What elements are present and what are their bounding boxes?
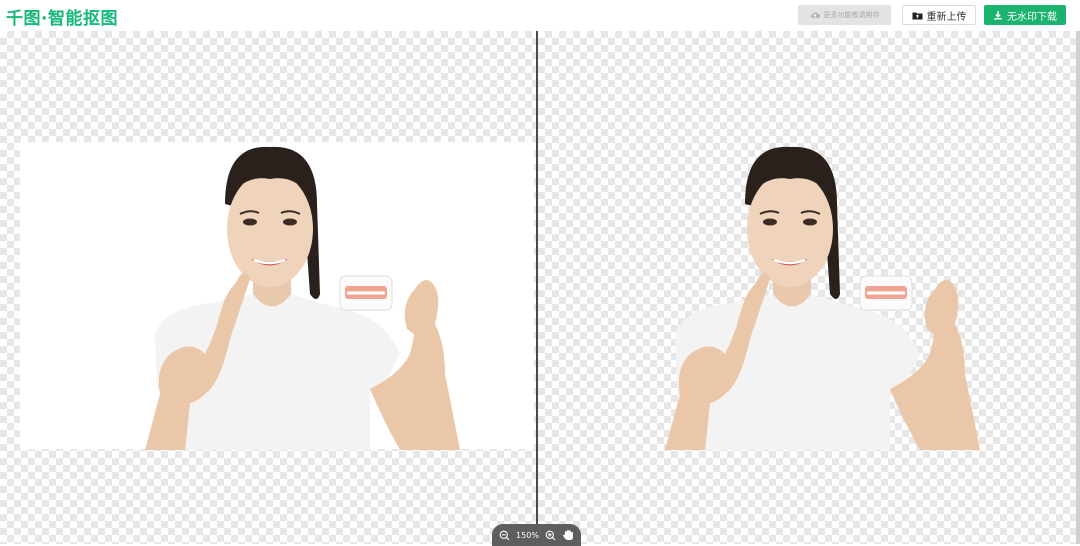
zoom-control: 150% [492, 524, 581, 546]
download-label: 无水印下载 [1007, 11, 1057, 23]
more-features-button[interactable]: 更多功能敬请期待 [798, 5, 891, 25]
more-features-label: 更多功能敬请期待 [823, 11, 880, 19]
original-photo-subject [145, 146, 460, 450]
folder-upload-icon [912, 11, 923, 20]
reupload-label: 重新上传 [926, 11, 967, 23]
cutout-result-pane[interactable] [538, 31, 1076, 544]
top-bar: 千图·智能抠图 更多功能敬请期待 重新上传 无水印下载 [0, 0, 1080, 31]
zoom-in-icon[interactable] [545, 530, 556, 541]
vertical-scrollbar[interactable] [1076, 31, 1080, 544]
download-icon [993, 10, 1003, 20]
zoom-level: 150% [516, 530, 539, 540]
upload-cloud-icon [810, 11, 820, 20]
cutout-subject [665, 146, 980, 450]
reupload-button[interactable]: 重新上传 [902, 5, 976, 25]
app-logo[interactable]: 千图·智能抠图 [6, 4, 118, 29]
zoom-out-icon[interactable] [499, 530, 510, 541]
hand-pan-icon[interactable] [562, 529, 574, 541]
compare-divider[interactable] [536, 31, 538, 544]
original-image-pane[interactable] [0, 31, 536, 544]
download-no-watermark-button[interactable]: 无水印下载 [984, 5, 1066, 25]
